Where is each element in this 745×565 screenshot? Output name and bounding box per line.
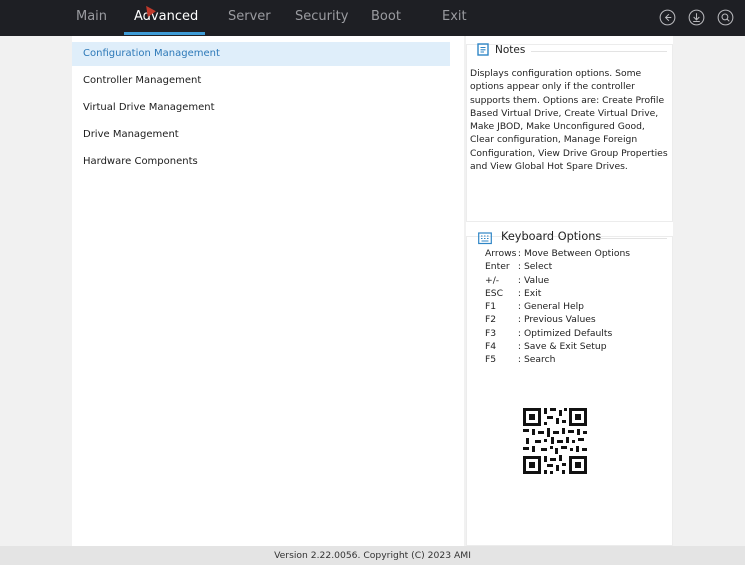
key-label: F3: [485, 328, 497, 339]
key-label: F1: [485, 301, 497, 312]
tab-server[interactable]: Server: [228, 9, 271, 24]
notes-icon: [477, 43, 489, 56]
key-row: Arrows : Move Between Options: [485, 248, 630, 259]
key-row: F3 : Optimized Defaults: [485, 328, 612, 339]
key-row: F4 : Save & Exit Setup: [485, 341, 607, 352]
key-label: +/-: [485, 275, 500, 286]
menu-panel: Configuration Management Controller Mana…: [72, 36, 464, 546]
keyboard-options-divider: [597, 238, 667, 239]
back-icon[interactable]: [659, 9, 676, 26]
key-row: F5 : Search: [485, 354, 556, 365]
menu-item-configuration-management[interactable]: Configuration Management: [72, 42, 450, 66]
help-panel: Notes Displays configuration options. So…: [466, 36, 673, 546]
menu-item-virtual-drive-management[interactable]: Virtual Drive Management: [72, 96, 450, 120]
key-desc: : Exit: [517, 288, 542, 299]
tab-boot[interactable]: Boot: [371, 9, 401, 24]
keyboard-options-title: Keyboard Options: [501, 230, 602, 243]
keyboard-icon: [478, 232, 492, 245]
key-row: F1 : General Help: [485, 301, 584, 312]
download-icon[interactable]: [688, 9, 705, 26]
key-label: Enter: [485, 261, 510, 272]
key-row: ESC : Exit: [485, 288, 541, 299]
key-desc: : Previous Values: [517, 314, 596, 325]
notes-divider: [531, 51, 667, 52]
key-desc: : Value: [517, 275, 550, 286]
key-desc: : Move Between Options: [517, 248, 631, 259]
top-navigation-bar: Main Advanced Server Security Boot Exit: [0, 0, 745, 36]
key-label: ESC: [485, 288, 504, 299]
key-desc: : Select: [517, 261, 553, 272]
key-desc: : Save & Exit Setup: [517, 341, 607, 352]
tab-exit[interactable]: Exit: [442, 9, 467, 24]
menu-item-controller-management[interactable]: Controller Management: [72, 69, 450, 93]
key-row: +/- : Value: [485, 275, 549, 286]
key-desc: : Optimized Defaults: [517, 328, 613, 339]
tab-security[interactable]: Security: [295, 9, 348, 24]
key-label: F5: [485, 354, 497, 365]
key-row: Enter : Select: [485, 261, 552, 272]
key-label: Arrows: [485, 248, 517, 259]
version-footer: Version 2.22.0056. Copyright (C) 2023 AM…: [0, 546, 745, 565]
active-tab-indicator: [124, 32, 205, 35]
key-desc: : Search: [517, 354, 556, 365]
qr-code-icon: [517, 398, 593, 484]
notes-title: Notes: [495, 44, 526, 56]
key-label: F2: [485, 314, 497, 325]
menu-item-drive-management[interactable]: Drive Management: [72, 123, 450, 147]
key-label: F4: [485, 341, 497, 352]
key-row: F2 : Previous Values: [485, 314, 596, 325]
notes-text: Displays configuration options. Some opt…: [470, 68, 668, 173]
menu-item-hardware-components[interactable]: Hardware Components: [72, 150, 450, 174]
search-icon[interactable]: [717, 9, 734, 26]
key-desc: : General Help: [517, 301, 585, 312]
tab-main[interactable]: Main: [76, 9, 107, 24]
